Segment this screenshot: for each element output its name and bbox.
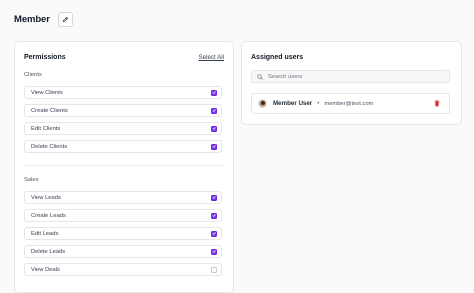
permission-row[interactable]: Create Clients	[24, 104, 222, 117]
select-all-link[interactable]: Select All	[199, 54, 224, 61]
check-icon	[212, 91, 216, 94]
permission-checkbox[interactable]	[211, 143, 217, 150]
permission-label: Edit Clients	[31, 125, 61, 132]
permission-checkbox[interactable]	[211, 248, 217, 255]
section-divider	[24, 165, 224, 166]
check-icon	[212, 250, 216, 253]
assigned-users-card: Assigned users Member User • member@test…	[241, 41, 462, 125]
user-separator: •	[317, 100, 320, 107]
page-title: Member	[14, 14, 50, 25]
permission-checkbox[interactable]	[211, 107, 217, 114]
assigned-user-row: Member User • member@test.com	[251, 93, 450, 114]
permission-checkbox[interactable]	[211, 89, 217, 96]
search-users-box[interactable]	[251, 70, 450, 83]
permission-row[interactable]: View Leads	[24, 191, 222, 204]
section-label-sales: Sales	[24, 177, 39, 183]
permission-label: Delete Clients	[31, 143, 68, 150]
trash-icon	[434, 100, 440, 107]
permission-row[interactable]: View Deals	[24, 263, 222, 276]
permission-row[interactable]: Edit Leads	[24, 227, 222, 240]
permission-row[interactable]: Delete Clients	[24, 140, 222, 153]
check-icon	[212, 109, 216, 112]
page-header: Member	[14, 12, 73, 27]
permission-row[interactable]: Edit Clients	[24, 122, 222, 135]
check-icon	[212, 127, 216, 130]
user-name: Member User	[273, 100, 313, 107]
avatar	[258, 99, 267, 108]
remove-user-button[interactable]	[431, 98, 443, 110]
permission-row[interactable]: Delete Leads	[24, 245, 222, 258]
pencil-icon	[62, 16, 68, 23]
edit-title-button[interactable]	[57, 12, 73, 27]
permission-checkbox[interactable]	[211, 125, 217, 132]
check-icon	[212, 214, 216, 217]
user-email: member@test.com	[324, 100, 374, 107]
permission-label: View Clients	[31, 89, 63, 96]
permission-label: Delete Leads	[31, 248, 66, 255]
assigned-users-title: Assigned users	[251, 53, 304, 61]
permission-label: Create Leads	[31, 212, 66, 219]
permission-checkbox[interactable]	[211, 212, 217, 219]
check-icon	[212, 196, 216, 199]
permission-label: View Deals	[31, 266, 60, 273]
section-label-clients: Clients	[24, 72, 42, 78]
permission-checkbox[interactable]	[211, 230, 217, 237]
search-users-input[interactable]	[268, 73, 438, 80]
check-icon	[212, 232, 216, 235]
permissions-header: Permissions Select All	[24, 52, 224, 62]
permission-checkbox[interactable]	[211, 266, 217, 273]
permission-row[interactable]: Create Leads	[24, 209, 222, 222]
assigned-users-header: Assigned users	[251, 52, 452, 62]
permission-row[interactable]: View Clients	[24, 86, 222, 99]
permissions-title: Permissions	[24, 53, 66, 61]
search-icon	[257, 73, 263, 80]
permission-checkbox[interactable]	[211, 194, 217, 201]
permission-label: Create Clients	[31, 107, 68, 114]
check-icon	[212, 145, 216, 148]
permissions-card: Permissions Select All Clients View Clie…	[14, 41, 234, 293]
permission-label: Edit Leads	[31, 230, 59, 237]
permission-label: View Leads	[31, 194, 61, 201]
